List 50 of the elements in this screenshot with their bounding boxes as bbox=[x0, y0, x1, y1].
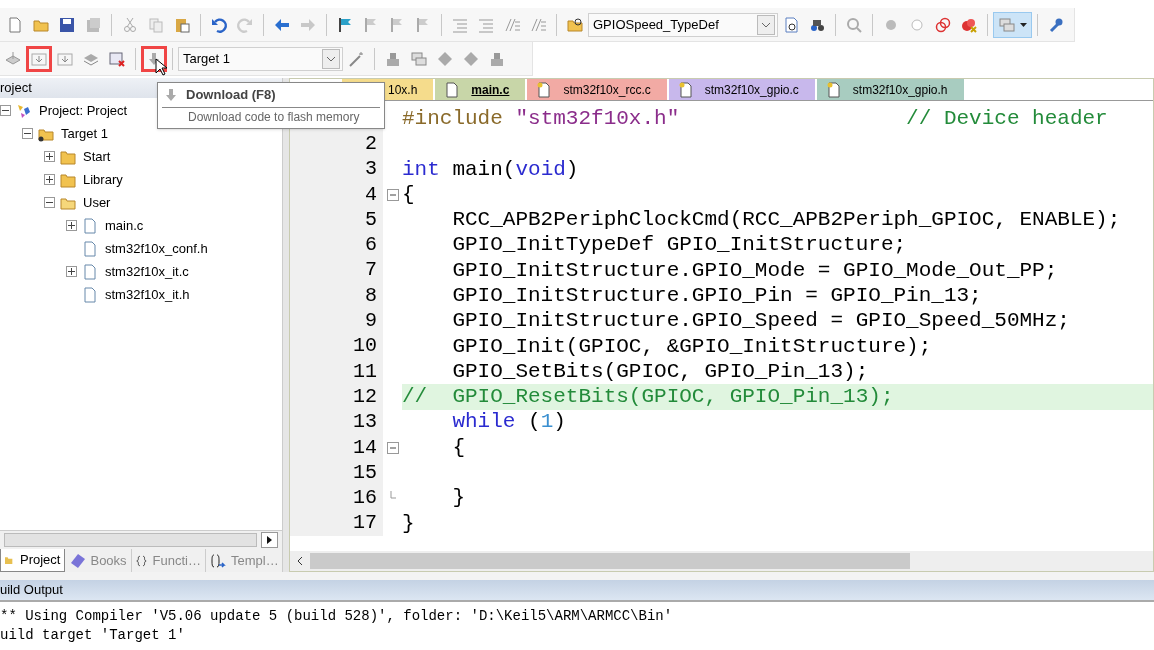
line-number: 10 bbox=[353, 333, 377, 360]
tree-item[interactable]: stm32f10x_it.h bbox=[105, 284, 190, 305]
code-line: GPIO_InitTypeDef GPIO_InitStructure; bbox=[451, 232, 908, 258]
code-line: } bbox=[402, 510, 416, 537]
code-line: GPIO_InitStructure.GPIO_Speed = GPIO_Speed_50MHz; bbox=[451, 308, 1071, 334]
output-line: uild target 'Target 1' bbox=[0, 626, 186, 645]
find-combo[interactable]: GPIOSpeed_TypeDef bbox=[588, 12, 778, 37]
editor-tab[interactable]: stm32f10x_rcc.c bbox=[527, 79, 667, 100]
line-number: 2 bbox=[365, 130, 377, 157]
panel-tab[interactable]: Project bbox=[0, 549, 66, 572]
code-line: RCC_APB2PeriphClockCmd(RCC_APB2Periph_GPIOC, ENABLE); bbox=[451, 207, 1122, 233]
tree-item[interactable]: stm32f10x_conf.h bbox=[105, 238, 208, 259]
code-line: GPIO_SetBits(GPIOC, GPIO_Pin_13); bbox=[451, 358, 870, 385]
code-line: { bbox=[451, 434, 466, 461]
code-line: { bbox=[402, 181, 416, 208]
line-number: 13 bbox=[353, 409, 377, 436]
code-line: GPIO_InitStructure.GPIO_Pin = GPIO_Pin_13; bbox=[451, 283, 983, 309]
line-number: 3 bbox=[365, 156, 377, 183]
line-number: 4 bbox=[365, 181, 377, 208]
target-combo[interactable]: Target 1 bbox=[178, 46, 343, 71]
output-line: ** Using Compiler 'V5.06 update 5 (build 528)', folder: 'D:\Keil5\ARM\ARMCC\Bin' bbox=[0, 607, 674, 626]
editor-tab[interactable]: main.c bbox=[435, 79, 526, 100]
tree-item[interactable]: stm32f10x_it.c bbox=[105, 261, 189, 282]
panel-header: uild Output bbox=[0, 580, 1154, 602]
tree-item[interactable]: Target 1 bbox=[61, 123, 108, 144]
line-number: 15 bbox=[353, 459, 377, 486]
code-line: GPIO_InitStructure.GPIO_Mode = GPIO_Mode_Out_PP; bbox=[451, 257, 1059, 284]
code-line: GPIO_Init(GPIOC, &GPIO_InitStructure); bbox=[451, 333, 933, 359]
line-number: 9 bbox=[365, 308, 377, 335]
line-number: 14 bbox=[353, 434, 377, 461]
editor-tab[interactable]: stm32f10x_gpio.c bbox=[668, 79, 815, 100]
tree-item[interactable]: Start bbox=[83, 146, 111, 167]
line-number: 17 bbox=[353, 510, 377, 537]
tooltip-description: Download code to flash memory bbox=[187, 108, 361, 126]
tree-item[interactable]: Project: Project bbox=[39, 100, 128, 121]
code-line: while (1) bbox=[451, 409, 567, 435]
tree-item[interactable]: main.c bbox=[105, 215, 144, 236]
line-number: 6 bbox=[365, 232, 377, 259]
line-number: 8 bbox=[365, 282, 377, 309]
code-line: #include "stm32f10x.h" // Device header bbox=[402, 106, 1109, 132]
tree-item[interactable]: User bbox=[83, 192, 111, 213]
editor-tab[interactable]: stm32f10x_gpio.h bbox=[816, 79, 964, 100]
code-line: } bbox=[451, 485, 466, 511]
tree-item[interactable]: Library bbox=[83, 169, 123, 190]
line-number: 12 bbox=[353, 383, 377, 410]
line-number: 7 bbox=[365, 257, 377, 284]
line-number: 16 bbox=[353, 485, 377, 512]
line-number: 11 bbox=[353, 358, 377, 385]
line-number: 5 bbox=[365, 206, 377, 233]
code-line: int main(void) bbox=[402, 156, 580, 182]
